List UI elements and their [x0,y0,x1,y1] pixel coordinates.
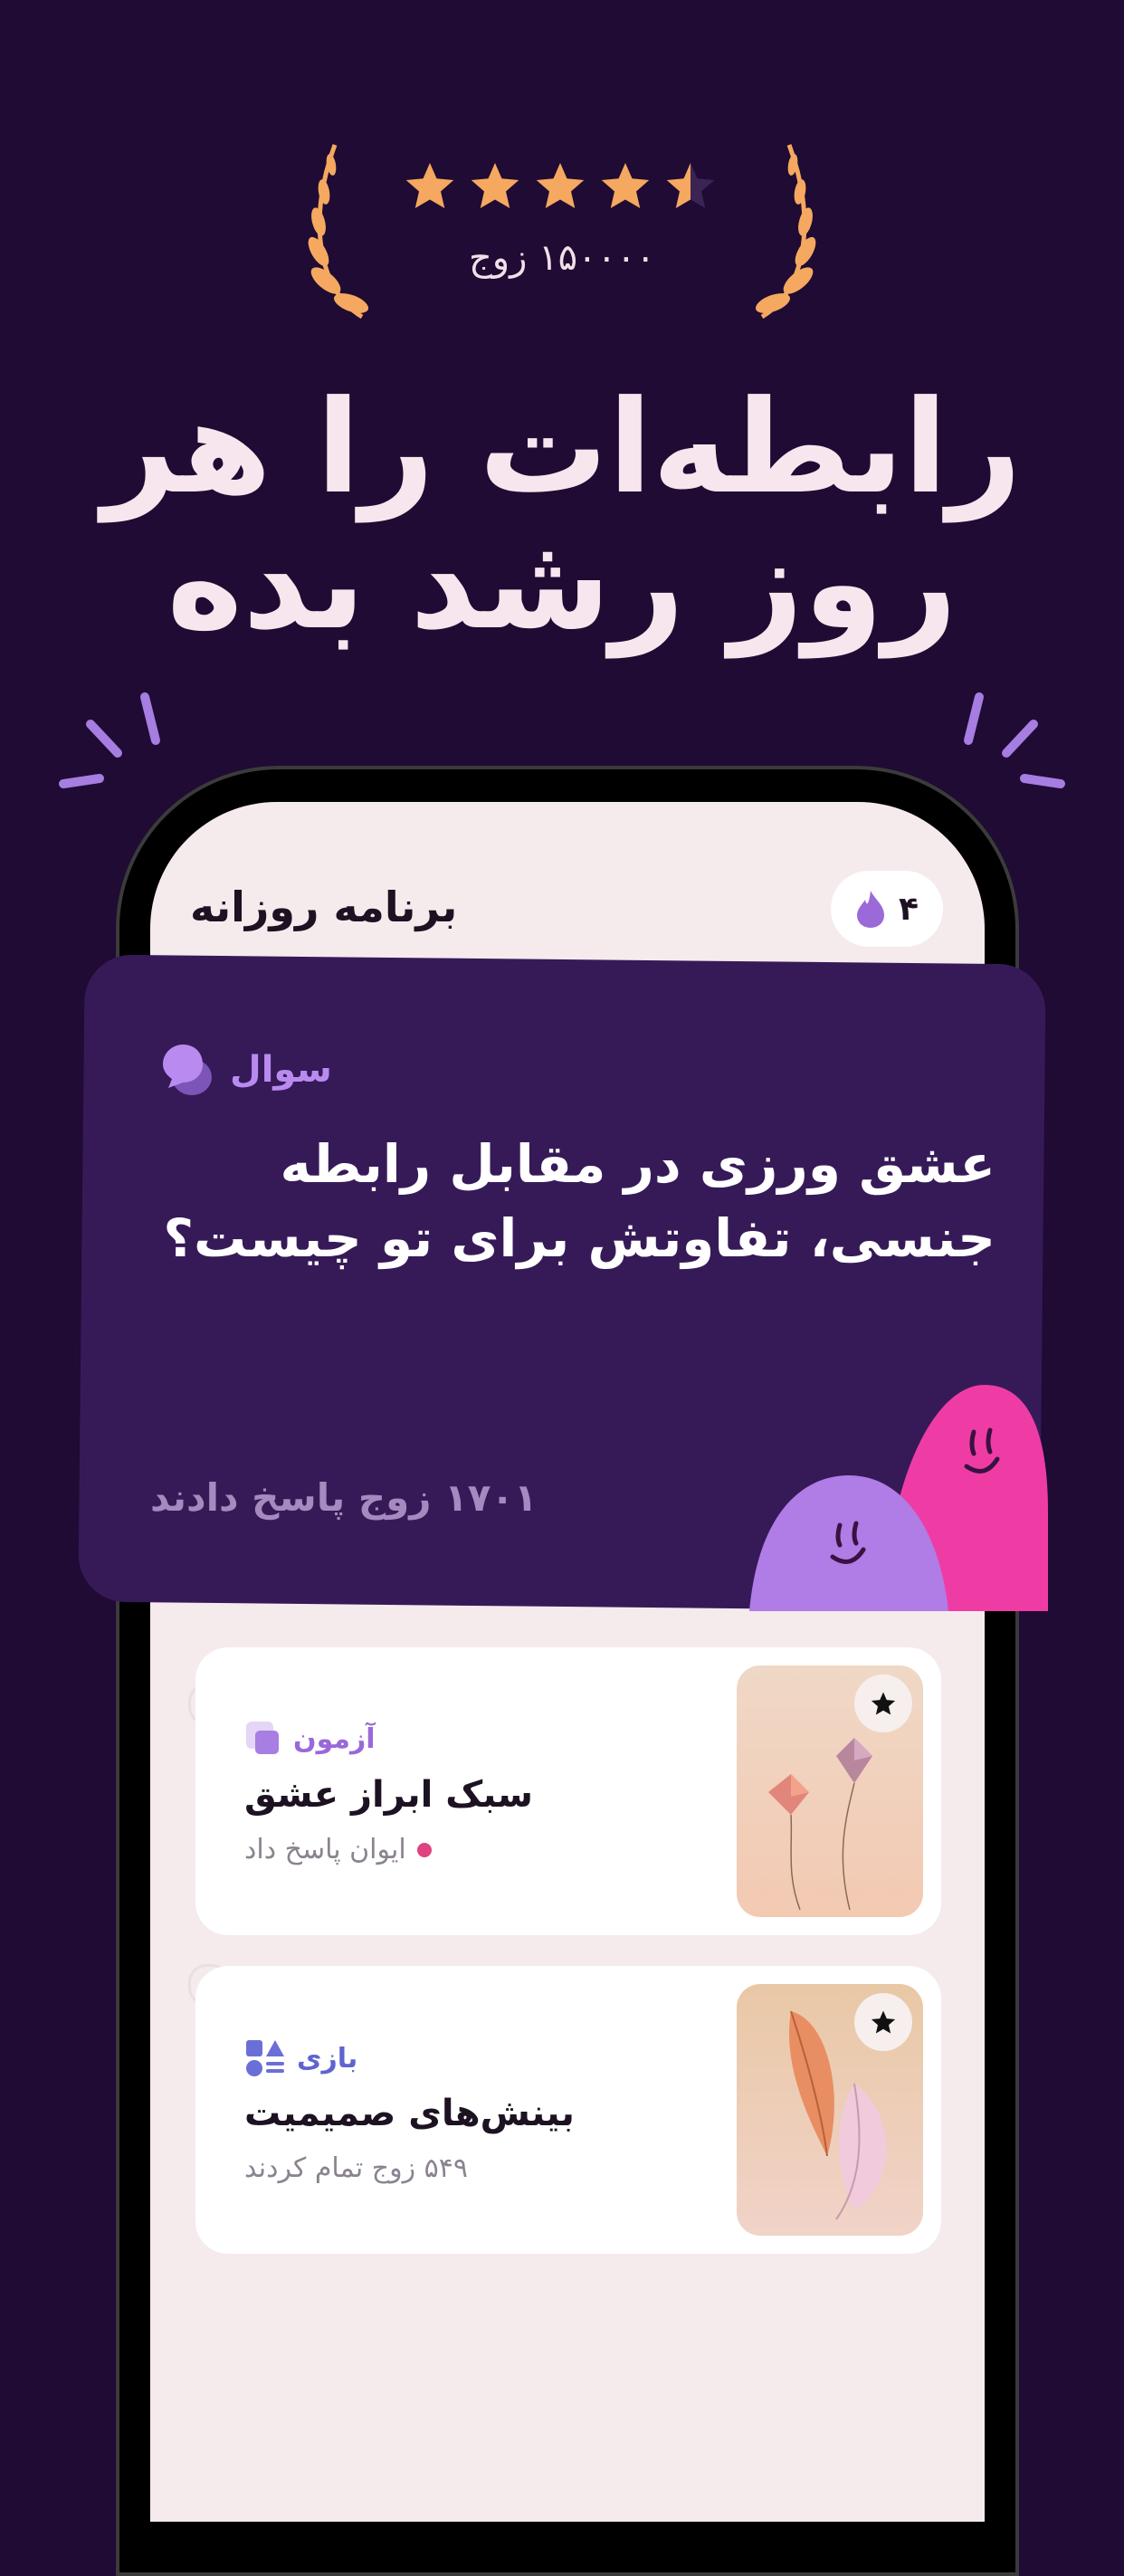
favorite-button[interactable] [854,1993,912,2051]
flame-icon [857,891,884,928]
question-tag-label: سوال [230,1049,332,1091]
activity-category-label: بازی [297,2042,358,2075]
rating-stars [403,158,721,213]
laurel-right-icon [755,144,816,320]
question-text: عشق ورزی در مقابل رابطه جنسی، تفاوتش برا… [163,1133,995,1269]
activity-meta-text: ایوان پاسخ داد [244,1834,406,1865]
activity-card-game[interactable]: بازی بینش‌های صمیمیت ۵۴۹ زوج تمام کردند [195,1966,941,2254]
sparkle-left-icon [59,692,160,788]
chat-bubbles-icon [163,1045,212,1095]
shapes-icon [246,2040,284,2076]
star-icon [471,163,519,208]
activity-title: سبک ابراز عشق [244,1774,533,1816]
star-icon [405,163,454,208]
star-icon [536,163,585,208]
sparkle-right-icon [964,692,1065,788]
streak-badge[interactable]: ۴ [831,871,943,947]
activity-meta: ۵۴۹ زوج تمام کردند [244,2152,468,2184]
status-dot [416,1842,432,1857]
laurel-left-icon [308,144,369,320]
activity-meta: ایوان پاسخ داد [244,1834,432,1865]
headline-line-2: روز رشد بده [167,509,957,658]
question-tag: سوال [156,1041,332,1099]
page-title: برنامه روزانه [190,883,458,931]
answers-count: ۱۷۰۱ زوج پاسخ دادند [150,1475,538,1520]
activity-category: آزمون [244,1720,715,1758]
headline: رابطه‌ات را هر روز رشد بده [0,380,1124,652]
activity-meta-text: ۵۴۹ زوج تمام کردند [244,2152,468,2184]
favorite-button[interactable] [854,1674,912,1732]
activity-title: بینش‌های صمیمیت [244,2093,575,2134]
star-icon [871,2010,896,2034]
activity-card-quiz[interactable]: آزمون سبک ابراز عشق ایوان پاسخ داد [195,1647,941,1935]
star-icon [871,1692,896,1715]
star-icon [601,163,650,208]
activity-category-label: آزمون [293,1722,376,1755]
headline-line-1: رابطه‌ات را هر [102,373,1022,522]
activity-category: بازی [244,2038,715,2078]
quiz-icon [246,1722,279,1754]
rating-count: ۱۵۰۰۰۰ زوج [468,237,656,279]
smiling-blobs-illustration [749,1385,1048,1611]
star-half-icon [666,163,715,208]
streak-count: ۴ [899,890,919,928]
